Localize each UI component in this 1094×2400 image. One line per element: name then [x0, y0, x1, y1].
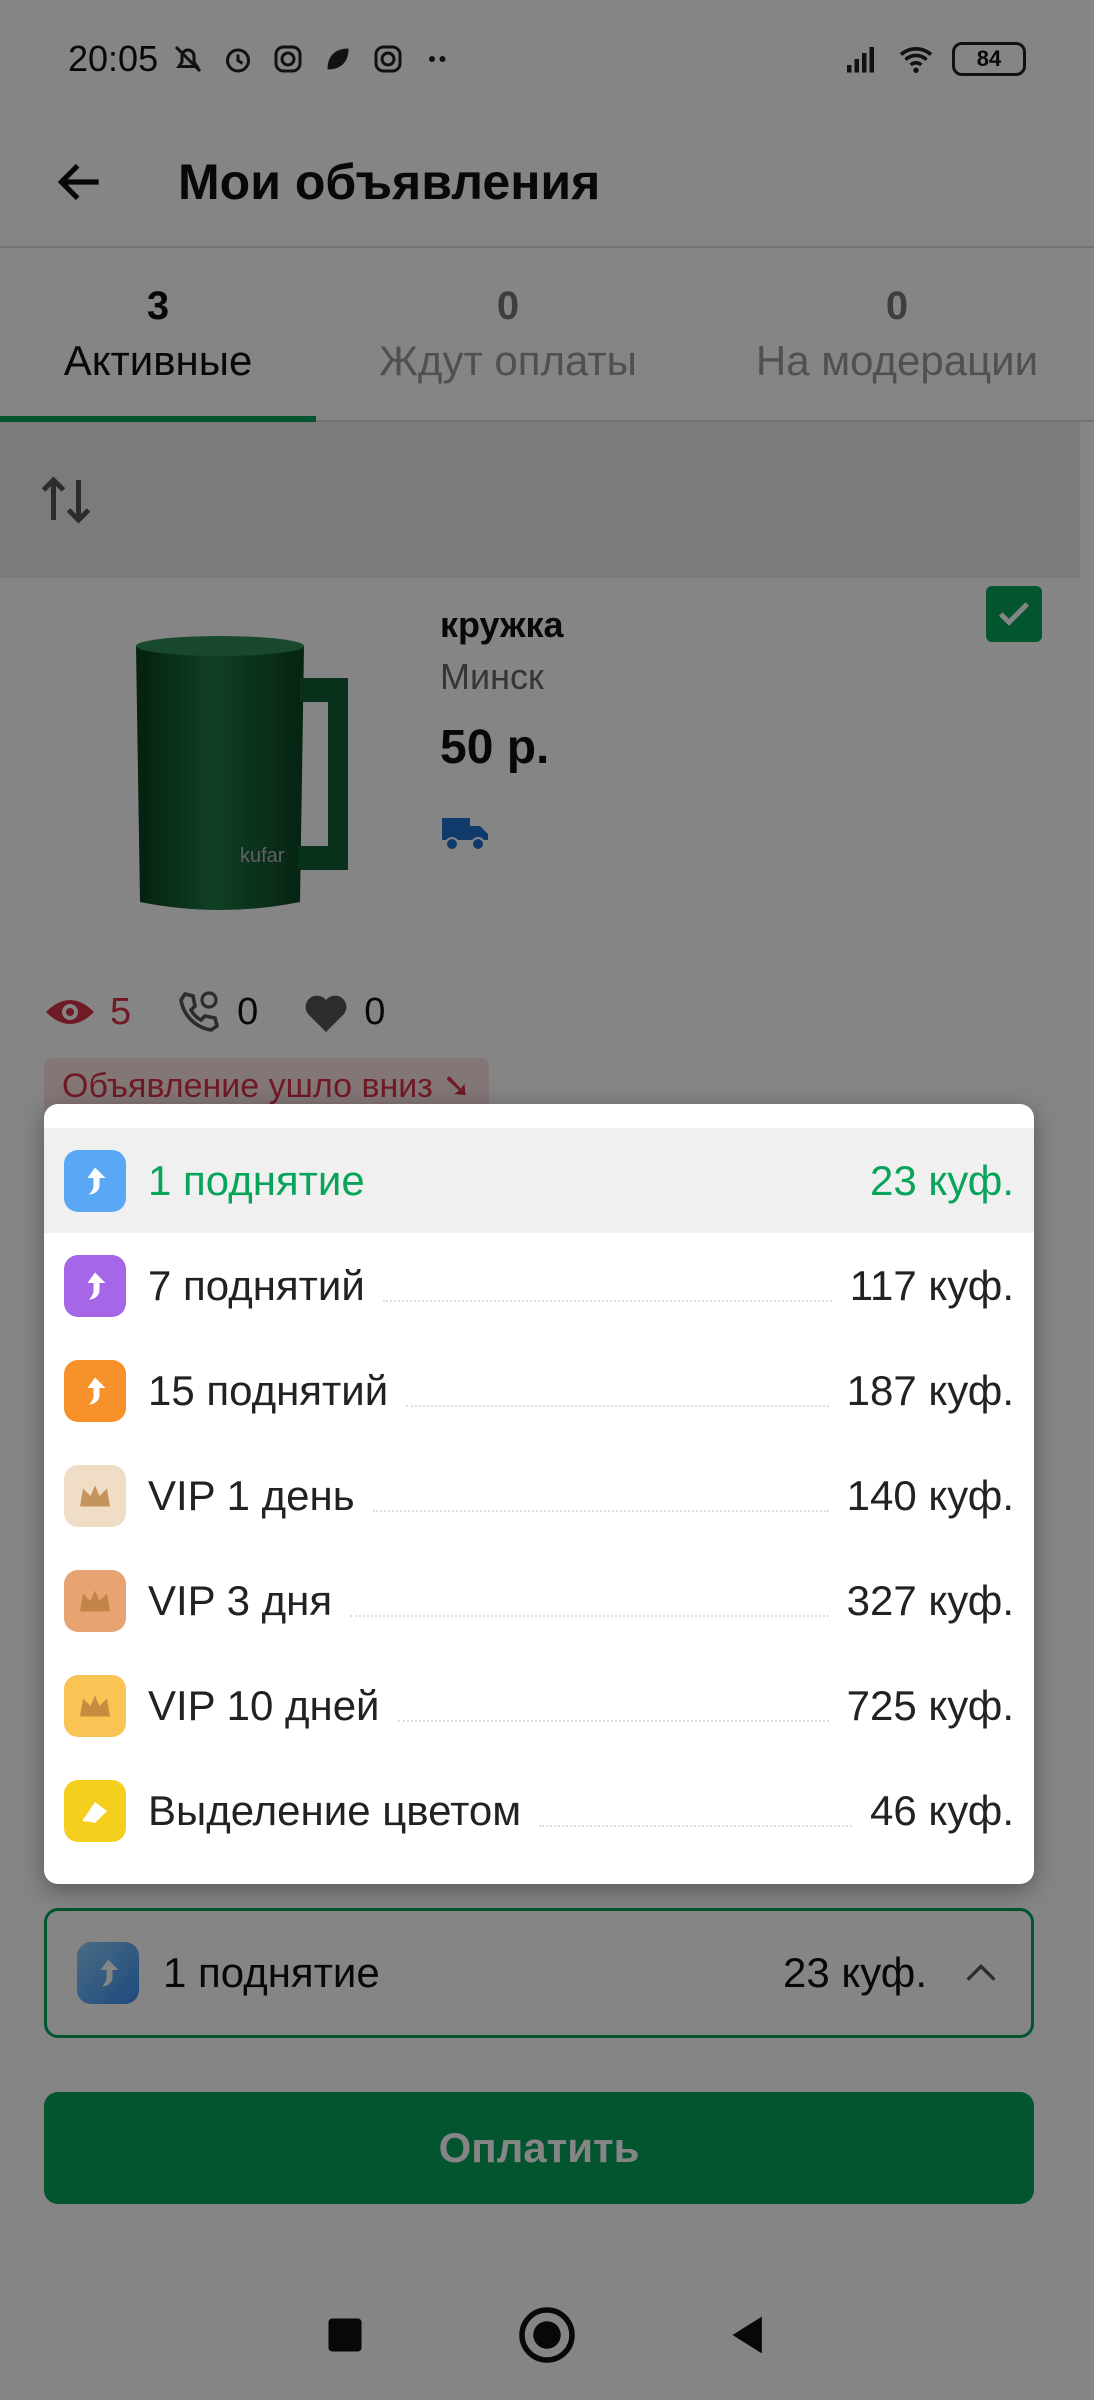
dropdown-option[interactable]: VIP 1 день 140 куф. [44, 1443, 1034, 1548]
dotted-leader [539, 1824, 852, 1827]
dotted-leader [350, 1614, 829, 1617]
dotted-leader [372, 1509, 829, 1512]
option-price: 187 куф. [846, 1366, 1014, 1414]
dotted-leader [397, 1719, 829, 1722]
option-price: 725 куф. [846, 1681, 1014, 1729]
dropdown-option[interactable]: VIP 3 дня 327 куф. [44, 1548, 1034, 1653]
nav-scrim [0, 2270, 1094, 2400]
highlight-icon [64, 1779, 126, 1842]
promotion-dropdown: 1 поднятие 23 куф. 7 поднятий 117 куф. 15 по… [44, 1104, 1034, 1884]
option-label: 15 поднятий [148, 1366, 389, 1414]
dropdown-option[interactable]: VIP 10 дней 725 куф. [44, 1653, 1034, 1758]
dropdown-option[interactable]: Выделение цветом 46 куф. [44, 1758, 1034, 1863]
dropdown-option[interactable]: 15 поднятий 187 куф. [44, 1338, 1034, 1443]
option-price: 46 куф. [870, 1786, 1014, 1834]
dotted-leader [406, 1404, 829, 1407]
dropdown-option[interactable]: 1 поднятие 23 куф. [44, 1128, 1034, 1233]
crown-icon [64, 1464, 126, 1527]
option-price: 140 куф. [846, 1471, 1014, 1519]
option-price: 23 куф. [870, 1156, 1014, 1204]
option-price: 117 куф. [849, 1261, 1014, 1309]
option-label: VIP 3 дня [148, 1576, 333, 1624]
option-label: 7 поднятий [148, 1261, 365, 1309]
option-label: Выделение цветом [148, 1786, 522, 1834]
option-label: VIP 10 дней [148, 1681, 380, 1729]
dotted-leader [383, 1195, 852, 1197]
boost-arrow-icon [64, 1149, 126, 1212]
dropdown-option[interactable]: 7 поднятий 117 куф. [44, 1233, 1034, 1338]
boost-arrow-icon [64, 1359, 126, 1422]
crown-icon [64, 1674, 126, 1737]
option-price: 327 куф. [846, 1576, 1014, 1624]
crown-icon [64, 1569, 126, 1632]
option-label: 1 поднятие [148, 1156, 365, 1204]
dotted-leader [382, 1299, 832, 1302]
boost-arrow-icon [64, 1254, 126, 1317]
option-label: VIP 1 день [148, 1471, 355, 1519]
